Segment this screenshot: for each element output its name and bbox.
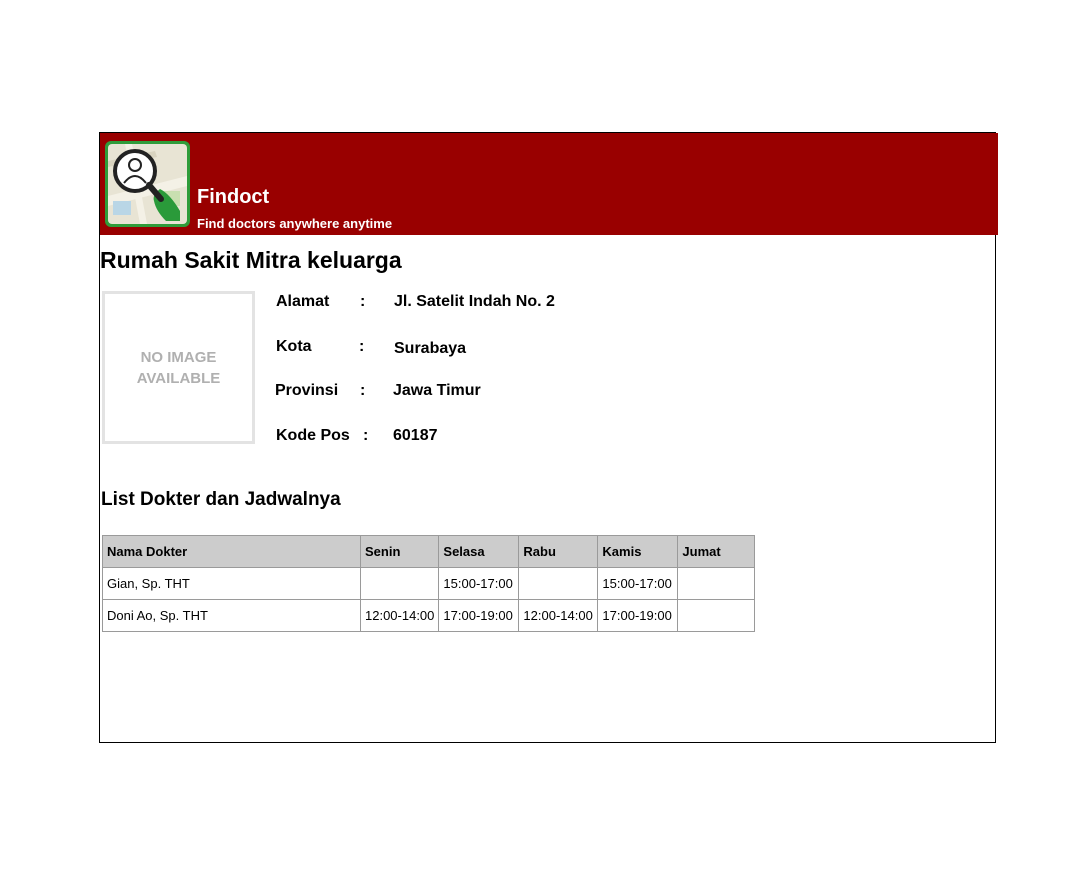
doctor-schedule-table: Nama Dokter Senin Selasa Rabu Kamis Juma… bbox=[102, 535, 756, 632]
doctor-name-cell: Gian, Sp. THT bbox=[102, 567, 361, 600]
schedule-cell: 15:00-17:00 bbox=[438, 567, 520, 600]
page-frame: Findoct Find doctors anywhere anytime Ru… bbox=[99, 132, 998, 743]
schedule-cell: 17:00-19:00 bbox=[438, 599, 520, 632]
hospital-name: Rumah Sakit Mitra keluarga bbox=[100, 247, 402, 273]
map-search-icon bbox=[108, 144, 187, 224]
info-value-kota: Surabaya bbox=[394, 340, 467, 357]
schedule-cell: 12:00-14:00 bbox=[518, 599, 599, 632]
column-header-jumat: Jumat bbox=[677, 535, 756, 568]
schedule-cell: 12:00-14:00 bbox=[359, 599, 440, 632]
doctor-list-title: List Dokter dan Jadwalnya bbox=[101, 489, 341, 510]
info-label-kode-pos: Kode Pos bbox=[276, 427, 350, 444]
column-header-kamis: Kamis bbox=[597, 535, 679, 568]
column-header-selasa: Selasa bbox=[438, 535, 520, 568]
app-tagline: Find doctors anywhere anytime bbox=[197, 216, 393, 231]
doctor-name-cell: Doni Ao, Sp. THT bbox=[102, 599, 361, 632]
column-header-nama-dokter: Nama Dokter bbox=[102, 535, 361, 568]
info-value-provinsi: Jawa Timur bbox=[393, 382, 481, 399]
info-colon: : bbox=[359, 338, 365, 355]
column-header-senin: Senin bbox=[359, 535, 440, 568]
table-row: Doni Ao, Sp. THT 12:00-14:00 17:00-19:00… bbox=[102, 599, 756, 632]
app-header: Findoct Find doctors anywhere anytime bbox=[100, 133, 998, 235]
info-colon: : bbox=[360, 382, 366, 399]
info-label-provinsi: Provinsi bbox=[275, 382, 339, 399]
info-value-alamat: Jl. Satelit Indah No. 2 bbox=[394, 293, 555, 310]
schedule-cell: 17:00-19:00 bbox=[597, 599, 679, 632]
schedule-cell: 15:00-17:00 bbox=[597, 567, 679, 600]
schedule-cell bbox=[677, 599, 756, 632]
schedule-cell bbox=[359, 567, 440, 600]
info-label-kota: Kota bbox=[276, 338, 312, 355]
table-header-row: Nama Dokter Senin Selasa Rabu Kamis Juma… bbox=[102, 535, 756, 568]
info-colon: : bbox=[360, 293, 366, 310]
app-name: Findoct bbox=[197, 186, 270, 208]
column-header-rabu: Rabu bbox=[518, 535, 599, 568]
info-colon: : bbox=[363, 427, 369, 444]
info-value-kode-pos: 60187 bbox=[393, 427, 438, 444]
info-label-alamat: Alamat bbox=[276, 293, 330, 310]
table-row: Gian, Sp. THT 15:00-17:00 15:00-17:00 bbox=[102, 567, 756, 600]
schedule-cell bbox=[518, 567, 599, 600]
findoct-logo bbox=[105, 141, 190, 227]
schedule-cell bbox=[677, 567, 756, 600]
hospital-image-placeholder: NO IMAGE AVAILABLE bbox=[102, 291, 255, 444]
no-image-text: NO IMAGE AVAILABLE bbox=[136, 348, 221, 387]
